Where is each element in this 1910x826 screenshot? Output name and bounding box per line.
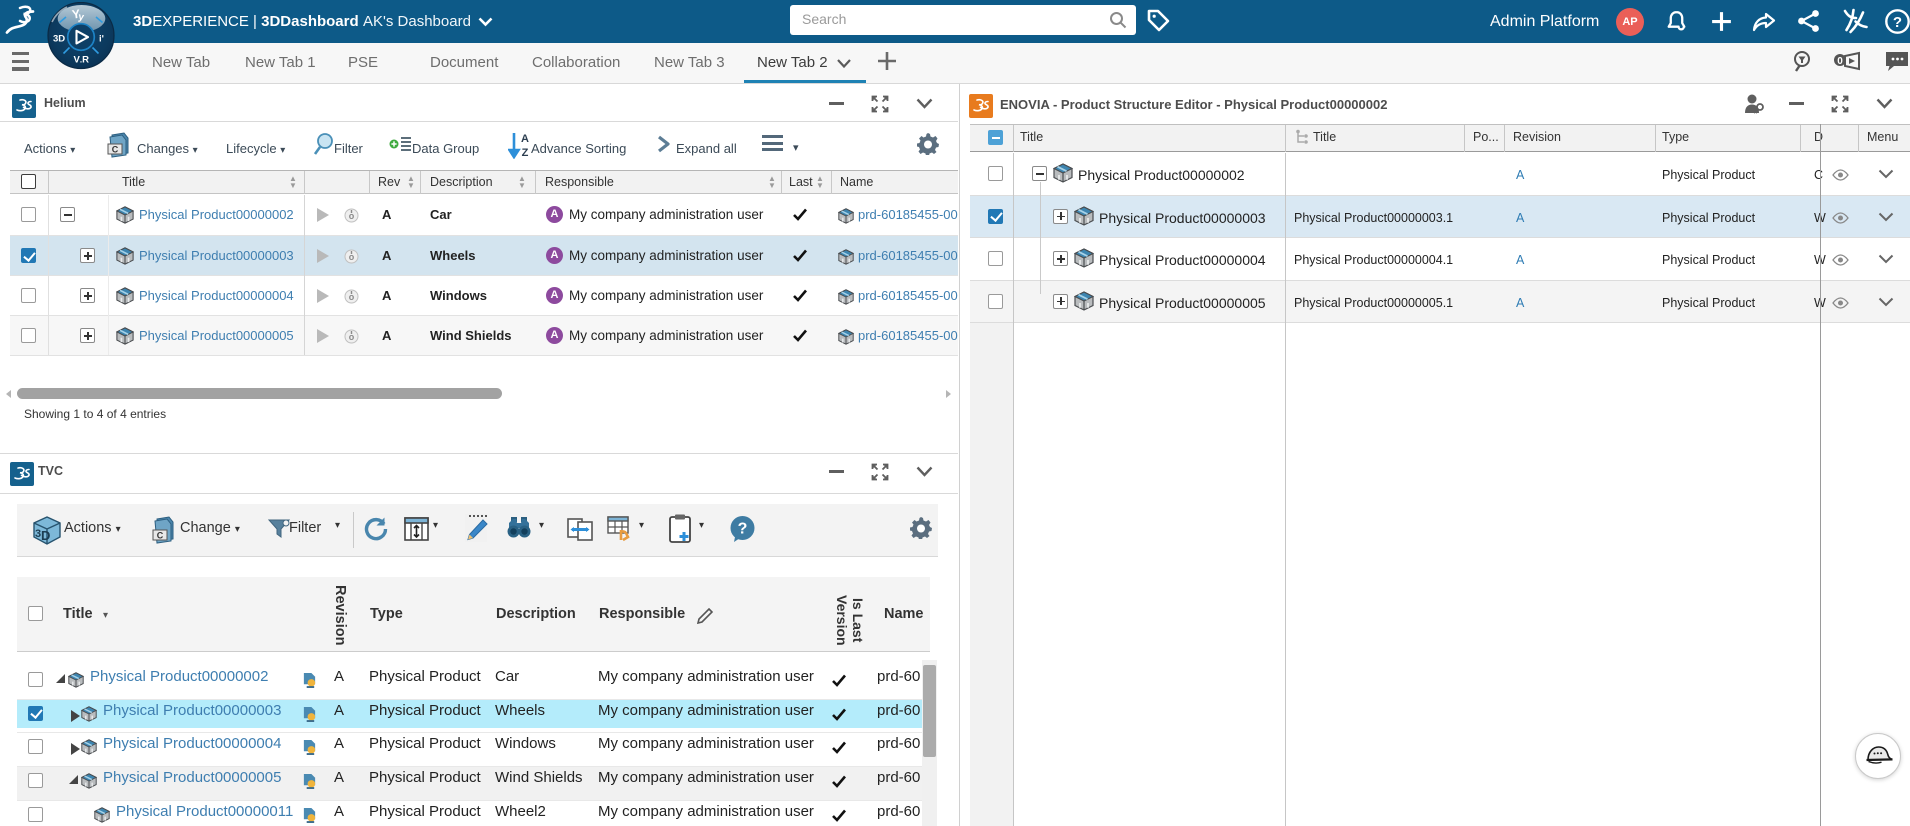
svg-text:C: C	[157, 531, 164, 541]
svg-text:3: 3	[35, 528, 41, 540]
svg-text:0: 0	[1837, 56, 1843, 67]
svg-text:A: A	[521, 133, 529, 145]
svg-text:?: ?	[738, 521, 748, 538]
svg-text:3D: 3D	[53, 34, 65, 45]
svg-text:V.R: V.R	[74, 55, 90, 66]
svg-text:?: ?	[1893, 14, 1902, 31]
svg-text:C: C	[112, 145, 119, 155]
svg-text:D: D	[41, 528, 50, 543]
svg-text:iʹ: iʹ	[99, 34, 104, 45]
svg-text:Z: Z	[522, 147, 529, 159]
